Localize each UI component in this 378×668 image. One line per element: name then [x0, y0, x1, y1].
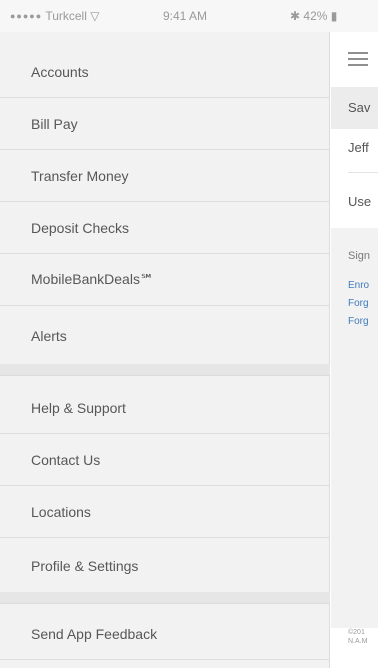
carrier-name: Turkcell [45, 9, 87, 23]
status-time: 9:41 AM [163, 9, 208, 23]
use-label: Use [348, 194, 372, 209]
menu-item-label: Profile & Settings [31, 558, 139, 574]
menu-item-profile-settings[interactable]: Profile & Settings [0, 540, 330, 592]
carrier-indicator: ●●●●● Turkcell ▽ [10, 9, 99, 23]
status-bar: ●●●●● Turkcell ▽ 9:41 AM ✱ 42% ▮ [0, 0, 378, 32]
main-content-peek: Sav Jeff Use Sign Enro Forg Forg ©201 N.… [331, 32, 378, 668]
menu-item-label: Send App Feedback [31, 625, 158, 642]
menu-item-label: Accounts [31, 63, 89, 80]
menu-item-label: Contact Us [31, 451, 101, 468]
footer-copyright: ©201 [348, 629, 365, 636]
signal-strength-icon: ●●●●● [10, 11, 43, 21]
app-screen: ●●●●● Turkcell ▽ 9:41 AM ✱ 42% ▮ Account… [0, 0, 378, 668]
battery-icon: ▮ [330, 9, 338, 23]
menu-item-deposit-checks[interactable]: Deposit Checks [0, 202, 330, 254]
menu-item-label: Locations [31, 503, 91, 520]
menu-item-label: Alerts [31, 328, 67, 344]
navigation-drawer: Accounts Bill Pay Transfer Money Deposit… [0, 32, 330, 668]
menu-item-label: Help & Support [31, 399, 126, 416]
battery-indicator: ✱ 42% ▮ [290, 9, 337, 23]
menu-item-bill-pay[interactable]: Bill Pay [0, 98, 330, 150]
forgot-link[interactable]: Forg [348, 298, 369, 309]
hamburger-menu-icon[interactable] [348, 52, 368, 66]
menu-section-divider [0, 592, 330, 604]
wifi-icon: ▽ [90, 9, 100, 23]
bluetooth-icon: ✱ [290, 9, 301, 23]
menu-item-contact-us[interactable]: Contact Us [0, 434, 330, 486]
menu-item-label: Bill Pay [31, 115, 78, 132]
menu-section-divider [0, 364, 330, 376]
battery-percent: 42% [303, 9, 328, 23]
menu-item-help-support[interactable]: Help & Support [0, 382, 330, 434]
menu-item-send-app-feedback[interactable]: Send App Feedback [0, 608, 330, 660]
sign-label: Sign [348, 250, 371, 262]
menu-item-mobilebankdeals[interactable]: MobileBankDeals℠ [0, 254, 330, 306]
field-divider [348, 172, 378, 173]
footer-copyright: N.A.M [348, 638, 368, 645]
enroll-link[interactable]: Enro [348, 280, 369, 291]
save-label: Sav [348, 100, 371, 115]
forgot-link[interactable]: Forg [348, 316, 369, 327]
username-field[interactable]: Jeff [348, 140, 369, 155]
menu-item-locations[interactable]: Locations [0, 486, 330, 538]
menu-item-label: Deposit Checks [31, 219, 130, 236]
menu-item-alerts[interactable]: Alerts [0, 310, 330, 362]
menu-item-label: MobileBankDeals℠ [31, 271, 155, 287]
menu-item-transfer-money[interactable]: Transfer Money [0, 150, 330, 202]
menu-item-label: Transfer Money [31, 167, 129, 184]
menu-item-accounts[interactable]: Accounts [0, 46, 330, 98]
